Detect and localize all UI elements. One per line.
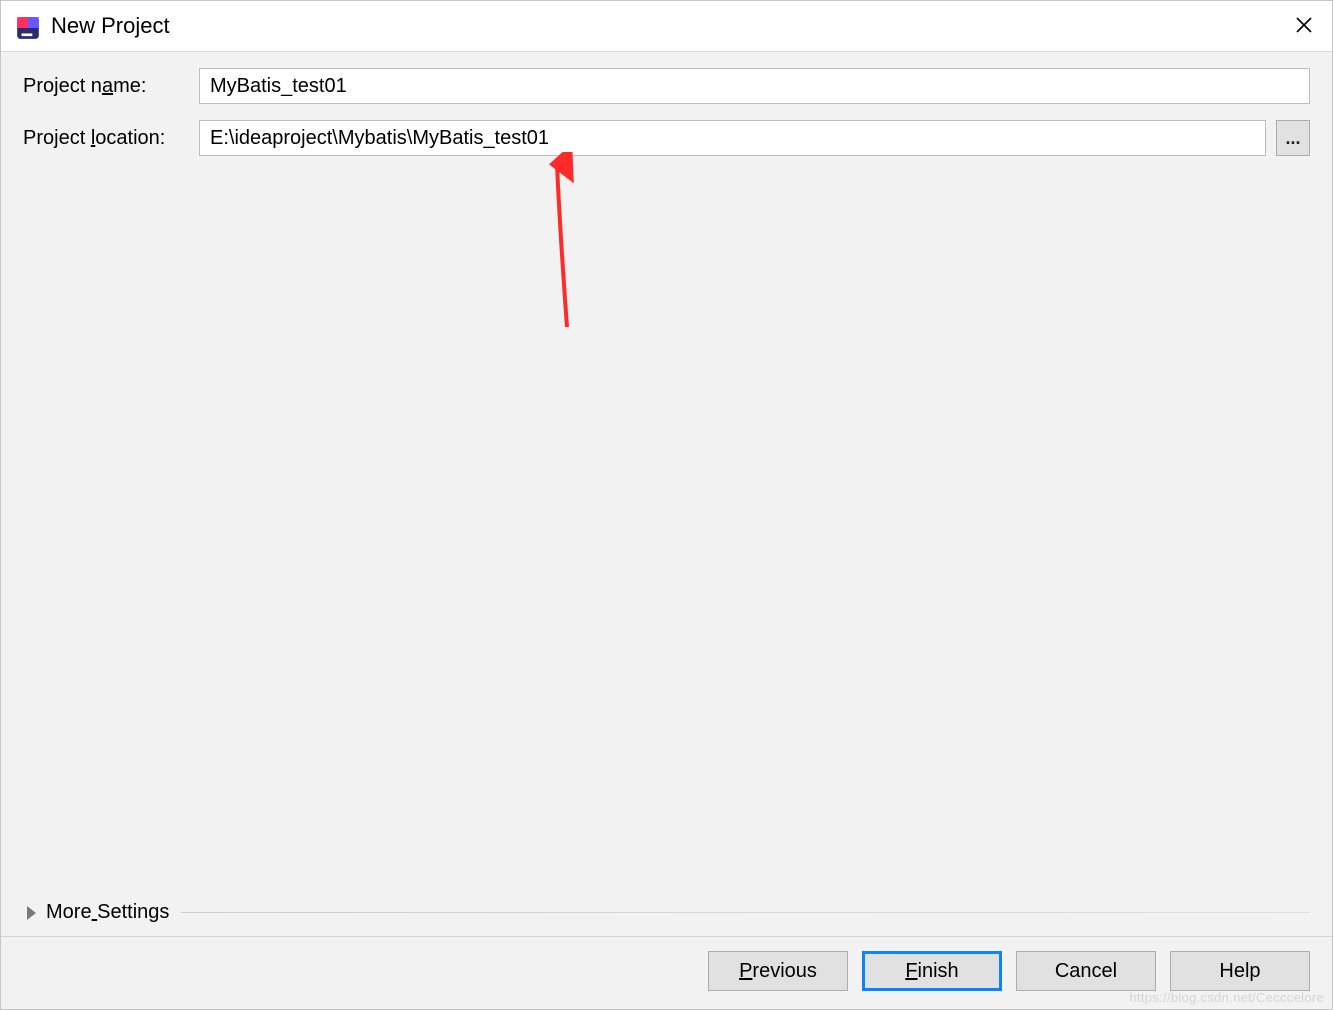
title-bar: New Project (1, 1, 1332, 51)
previous-button[interactable]: Previous (708, 951, 848, 991)
finish-button[interactable]: Finish (862, 951, 1002, 991)
dialog-footer: Previous Finish Cancel Help (1, 936, 1332, 1009)
chevron-right-icon (27, 906, 36, 920)
project-name-row: Project name: (23, 68, 1310, 104)
help-button[interactable]: Help (1170, 951, 1310, 991)
project-name-input-wrap (199, 68, 1310, 104)
project-location-input[interactable] (199, 120, 1266, 156)
project-location-input-wrap: ... (199, 120, 1310, 156)
more-settings-toggle[interactable]: More Settings (1, 901, 1332, 924)
dialog-body: Project name: Project location: ... (1, 51, 1332, 1009)
intellij-icon (15, 15, 41, 41)
close-icon[interactable] (1290, 9, 1318, 43)
annotation-arrow-icon (543, 152, 583, 332)
project-name-input[interactable] (199, 68, 1310, 104)
separator-line (181, 912, 1310, 913)
more-settings-label: More Settings (46, 901, 169, 924)
form-area: Project name: Project location: ... (1, 52, 1332, 172)
new-project-dialog: New Project Project name: Project locati… (0, 0, 1333, 1010)
project-location-row: Project location: ... (23, 120, 1310, 156)
browse-location-button[interactable]: ... (1276, 120, 1310, 156)
project-name-label: Project name: (23, 75, 199, 98)
cancel-button[interactable]: Cancel (1016, 951, 1156, 991)
window-title: New Project (51, 13, 170, 39)
project-location-label: Project location: (23, 127, 199, 150)
